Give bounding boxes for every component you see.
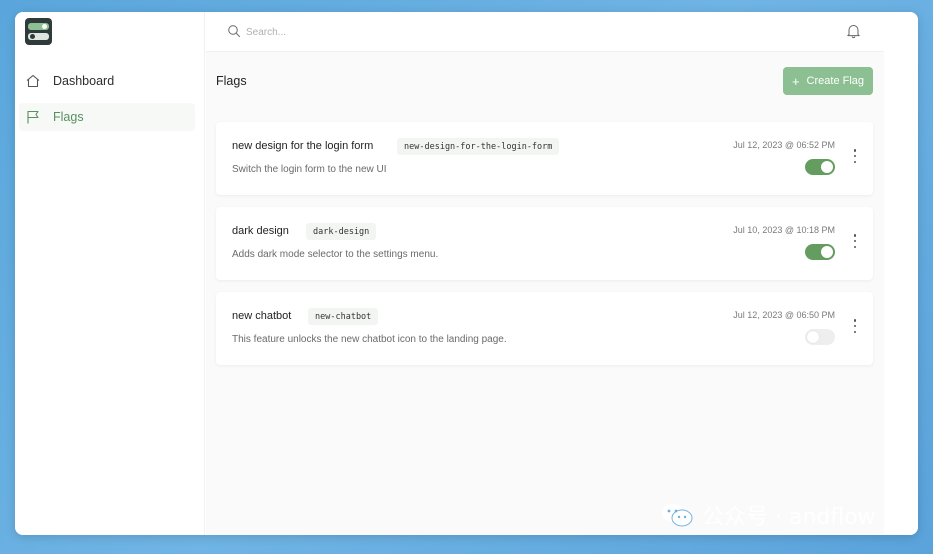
page-title: Flags (216, 74, 247, 88)
flag-date: Jul 12, 2023 @ 06:52 PM (733, 140, 835, 150)
flag-key: dark-design (306, 223, 377, 240)
more-options-icon[interactable] (851, 149, 859, 163)
app-logo[interactable] (25, 18, 52, 45)
flag-card: new design for the login form new-design… (216, 122, 873, 195)
search-icon (228, 25, 241, 38)
create-flag-label: Create Flag (806, 75, 865, 87)
watermark: 公众号 · andflow (660, 500, 876, 530)
flag-description: This feature unlocks the new chatbot ico… (232, 334, 507, 345)
flag-description: Adds dark mode selector to the settings … (232, 249, 439, 260)
flag-toggle[interactable] (805, 244, 835, 260)
app-window: Dashboard Flags Flags + Create Flag (15, 12, 918, 535)
toggle-knob (821, 161, 833, 173)
flag-date: Jul 12, 2023 @ 06:50 PM (733, 310, 835, 320)
flag-key: new-chatbot (308, 308, 379, 325)
toggle-knob (821, 246, 833, 258)
create-flag-button[interactable]: + Create Flag (783, 67, 873, 95)
main-content: Flags + Create Flag new design for the l… (206, 12, 884, 535)
sidebar-item-label: Dashboard (53, 74, 115, 88)
right-gutter (884, 12, 918, 535)
sidebar: Dashboard Flags (15, 12, 205, 535)
flag-name: new design for the login form (232, 140, 374, 152)
sidebar-item-label: Flags (53, 110, 84, 124)
bell-icon[interactable] (846, 23, 861, 39)
flag-description: Switch the login form to the new UI (232, 164, 387, 175)
flag-key: new-design-for-the-login-form (397, 138, 560, 155)
sidebar-item-dashboard[interactable]: Dashboard (19, 67, 195, 95)
flag-card: dark design dark-design Adds dark mode s… (216, 207, 873, 280)
flag-date: Jul 10, 2023 @ 10:18 PM (733, 225, 835, 235)
logo-toggle-knob-off (30, 34, 35, 39)
flag-name: dark design (232, 225, 289, 237)
search-input[interactable] (246, 22, 546, 42)
flag-toggle[interactable] (805, 329, 835, 345)
flag-card: new chatbot new-chatbot This feature unl… (216, 292, 873, 365)
flag-icon (27, 110, 39, 124)
flag-name: new chatbot (232, 310, 292, 322)
wechat-icon (662, 504, 693, 527)
plus-icon: + (791, 73, 800, 89)
toggle-knob (807, 331, 819, 343)
top-bar (206, 12, 884, 52)
watermark-text: 公众号 · andflow (702, 505, 876, 530)
flag-toggle[interactable] (805, 159, 835, 175)
more-options-icon[interactable] (851, 234, 859, 248)
more-options-icon[interactable] (851, 319, 859, 333)
logo-toggle-knob (42, 24, 47, 29)
home-icon (26, 74, 40, 88)
sidebar-item-flags[interactable]: Flags (19, 103, 195, 131)
